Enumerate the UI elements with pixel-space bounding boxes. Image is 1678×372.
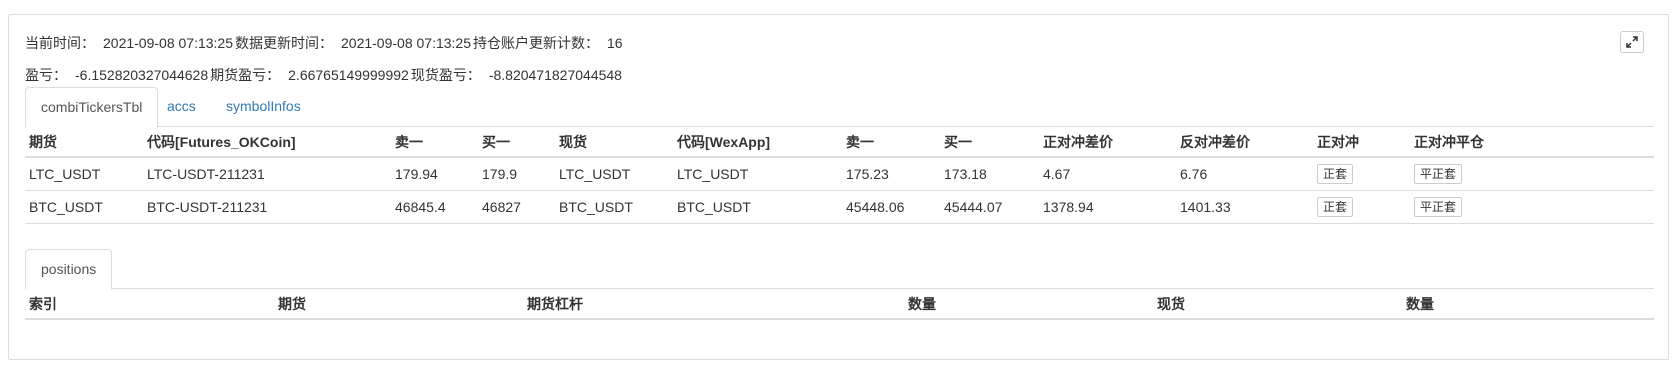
spot-pnl-label: 现货盈亏： [410, 67, 481, 83]
futures-pnl-label: 期货盈亏： [210, 67, 281, 83]
cell-negative-spread: 6.76 [1176, 157, 1313, 191]
col-header: 代码[WexApp] [673, 127, 842, 158]
cell-hedge: 正套 [1313, 157, 1410, 191]
cell-negative-spread: 1401.33 [1176, 190, 1313, 224]
tab-accs[interactable]: accs [152, 87, 211, 127]
cell-futures-code: LTC-USDT-211231 [143, 157, 391, 191]
col-header: 数量 [904, 289, 1153, 320]
col-header: 正对冲平仓 [1410, 127, 1654, 158]
tab-combitickerstbl[interactable]: combiTickersTbl [25, 87, 159, 128]
col-header: 期货杠杆 [523, 289, 904, 320]
position-count-label: 持仓账户更新计数： [473, 35, 599, 51]
cell-spot-code: BTC_USDT [673, 190, 842, 224]
col-header: 现货 [555, 127, 673, 158]
col-header: 数量 [1402, 289, 1654, 320]
cell-futures-code: BTC-USDT-211231 [143, 190, 391, 224]
col-header: 现货 [1153, 289, 1402, 320]
table-row: BTC_USDT BTC-USDT-211231 46845.4 46827 B… [25, 190, 1654, 224]
tickers-header-row: 期货 代码[Futures_OKCoin] 卖一 买一 现货 代码[WexApp… [25, 127, 1654, 158]
cell-hedge-close: 平正套 [1410, 190, 1654, 224]
futures-pnl-value: 2.66765149999992 [288, 67, 409, 83]
pnl-label: 盈亏： [25, 67, 67, 83]
fullscreen-button[interactable] [1620, 31, 1644, 53]
close-hedge-button[interactable]: 平正套 [1414, 196, 1463, 217]
cell-positive-spread: 1378.94 [1039, 190, 1176, 224]
cell-futures-bid: 179.9 [478, 157, 555, 191]
update-time-label: 数据更新时间： [235, 35, 333, 51]
hedge-button[interactable]: 正套 [1317, 163, 1354, 184]
position-count-value: 16 [607, 35, 623, 51]
pnl-value: -6.152820327044628 [75, 67, 209, 83]
status-line: 当前时间： 2021-09-08 07:13:25 数据更新时间： 2021-09-0… [25, 33, 625, 53]
cell-futures-ask: 179.94 [391, 157, 478, 191]
cell-positive-spread: 4.67 [1039, 157, 1176, 191]
col-header: 代码[Futures_OKCoin] [143, 127, 391, 158]
cell-spot-bid: 45444.07 [940, 190, 1039, 224]
col-header: 期货 [274, 289, 523, 320]
cell-futures-bid: 46827 [478, 190, 555, 224]
tickers-tab-bar: combiTickersTbl accs symbolInfos [25, 87, 1654, 128]
col-header: 正对冲 [1313, 127, 1410, 158]
cell-spot-ask: 175.23 [842, 157, 940, 191]
positions-tab-bar: positions [25, 249, 1654, 290]
expand-arrows-icon [1626, 36, 1638, 48]
cell-hedge-close: 平正套 [1410, 157, 1654, 191]
cell-spot: BTC_USDT [555, 190, 673, 224]
col-header: 正对冲差价 [1039, 127, 1176, 158]
cell-futures-ask: 46845.4 [391, 190, 478, 224]
positions-header-row: 索引 期货 期货杠杆 数量 现货 数量 [25, 289, 1654, 320]
update-time-value: 2021-09-08 07:13:25 [341, 35, 471, 51]
col-header: 买一 [940, 127, 1039, 158]
col-header: 买一 [478, 127, 555, 158]
cell-futures: LTC_USDT [25, 157, 143, 191]
col-header: 期货 [25, 127, 143, 158]
cell-spot-code: LTC_USDT [673, 157, 842, 191]
cell-hedge: 正套 [1313, 190, 1410, 224]
dashboard-panel: 当前时间： 2021-09-08 07:13:25 数据更新时间： 2021-09-0… [8, 14, 1669, 360]
tab-symbolinfos[interactable]: symbolInfos [211, 87, 316, 127]
cell-spot-ask: 45448.06 [842, 190, 940, 224]
col-header: 卖一 [842, 127, 940, 158]
col-header: 卖一 [391, 127, 478, 158]
col-header: 索引 [25, 289, 274, 320]
current-time-value: 2021-09-08 07:13:25 [103, 35, 233, 51]
hedge-button[interactable]: 正套 [1317, 196, 1354, 217]
spot-pnl-value: -8.820471827044548 [488, 67, 622, 83]
tab-positions[interactable]: positions [25, 249, 113, 290]
pnl-line: 盈亏： -6.152820327044628 期货盈亏： 2.667651499999… [25, 65, 624, 85]
positions-table: 索引 期货 期货杠杆 数量 现货 数量 [25, 289, 1654, 320]
cell-spot-bid: 173.18 [940, 157, 1039, 191]
cell-spot: LTC_USDT [555, 157, 673, 191]
close-hedge-button[interactable]: 平正套 [1414, 163, 1463, 184]
current-time-label: 当前时间： [25, 35, 95, 51]
col-header: 反对冲差价 [1176, 127, 1313, 158]
tickers-table: 期货 代码[Futures_OKCoin] 卖一 买一 现货 代码[WexApp… [25, 127, 1654, 224]
cell-futures: BTC_USDT [25, 190, 143, 224]
table-row: LTC_USDT LTC-USDT-211231 179.94 179.9 LT… [25, 157, 1654, 191]
